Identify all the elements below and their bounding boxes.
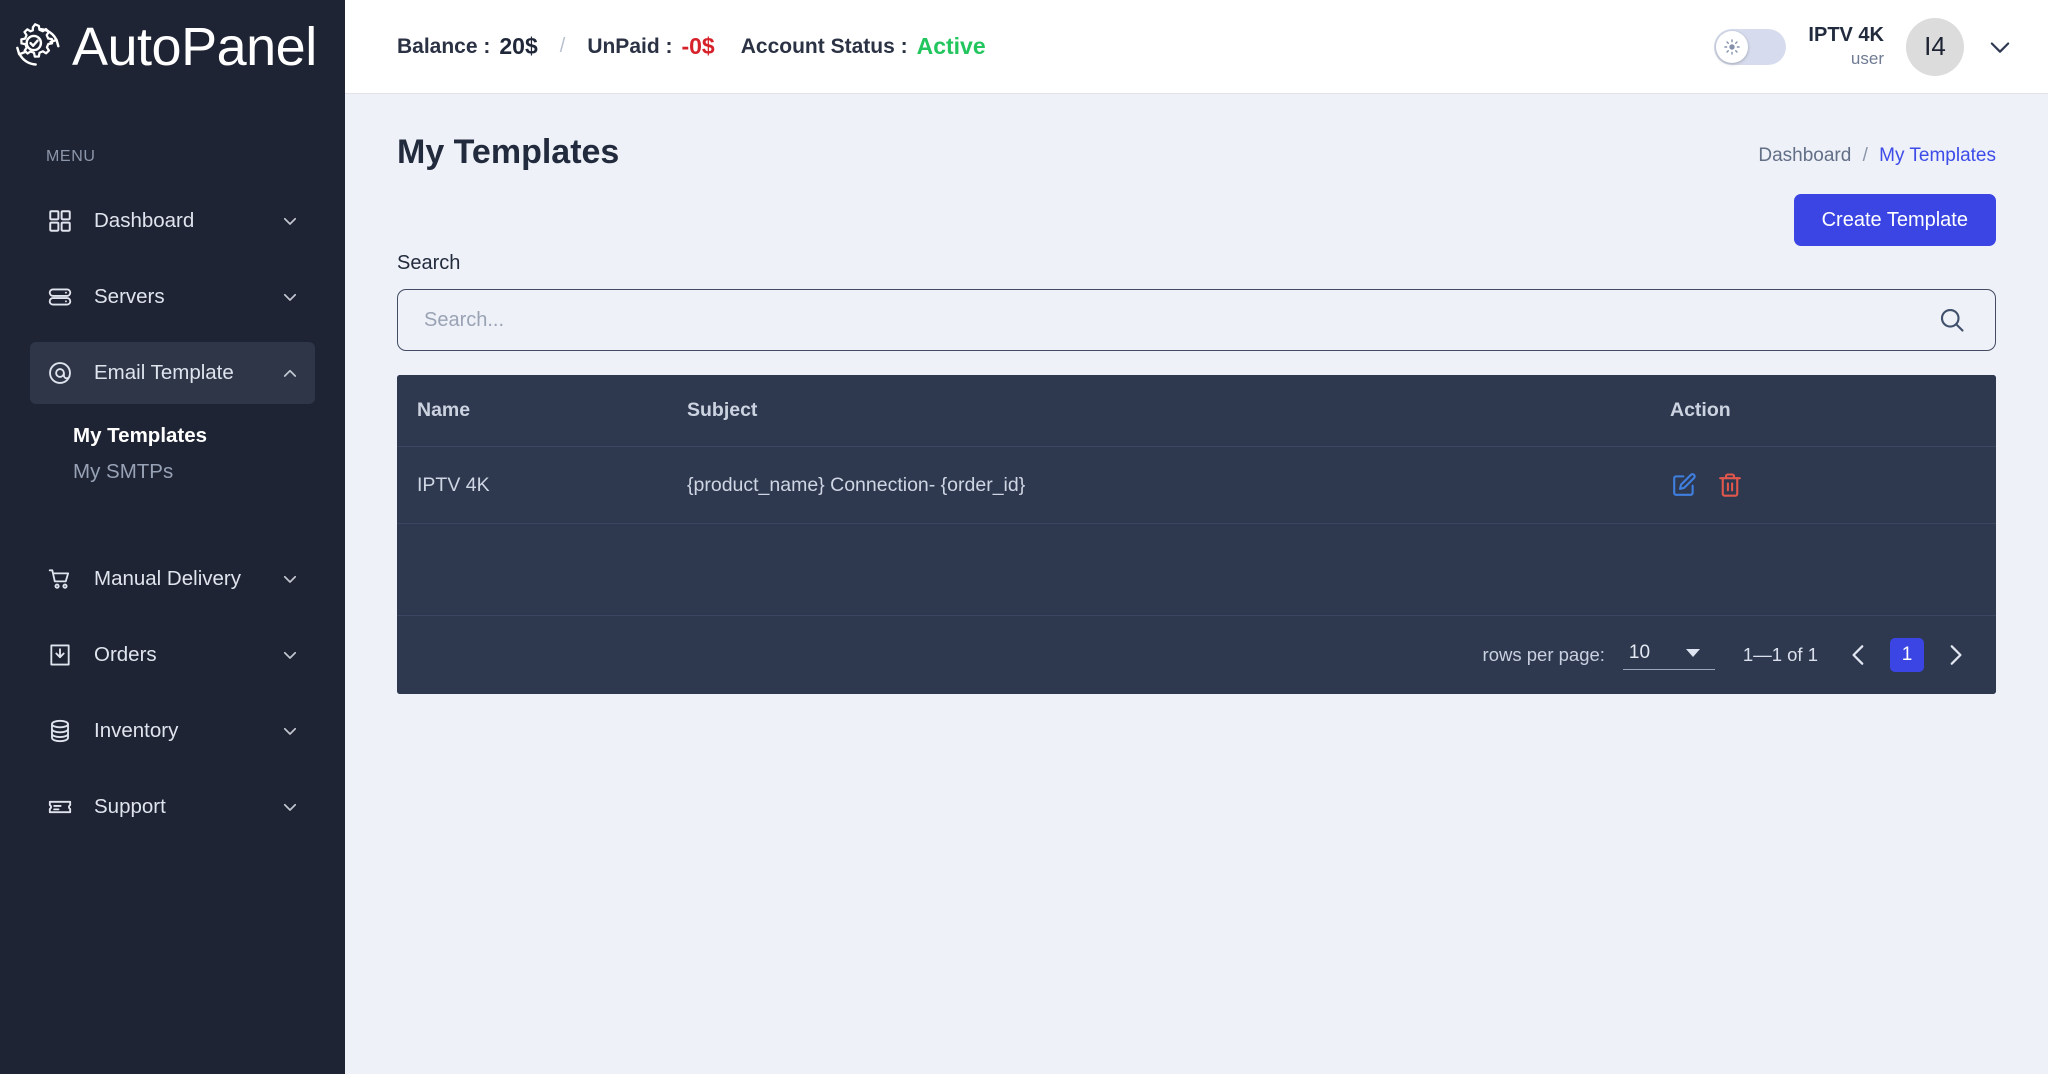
search-field[interactable]	[397, 289, 1996, 351]
breadcrumb: Dashboard / My Templates	[1758, 133, 1996, 167]
breadcrumb-separator: /	[1862, 145, 1868, 166]
actions-row: Create Template	[397, 194, 1996, 246]
sidebar-item-label: Servers	[94, 285, 165, 308]
rows-per-page-select[interactable]: 10	[1622, 640, 1715, 670]
balance-value: 20$	[499, 33, 538, 59]
sidebar-item-label: Inventory	[94, 719, 179, 742]
column-header-subject: Subject	[687, 375, 1666, 447]
stat-separator: /	[559, 35, 566, 57]
chevron-right-icon[interactable]	[1942, 642, 1968, 668]
unpaid-value: -0$	[681, 33, 715, 59]
breadcrumb-my-templates[interactable]: My Templates	[1879, 145, 1996, 166]
sidebar-item-label: Manual Delivery	[94, 567, 241, 590]
pagination-range: 1—1 of 1	[1742, 644, 1818, 665]
content: My Templates Dashboard / My Templates Cr…	[345, 93, 2048, 1074]
table-pagination: rows per page: 10 1—1 of 1 1	[397, 616, 1996, 694]
sidebar-item-support[interactable]: Support	[30, 776, 315, 838]
account-status-stat: Account Status : Active	[741, 33, 986, 60]
sidebar-item-label: Orders	[94, 643, 157, 666]
topbar: Balance : 20$ / UnPaid : -0$ Account Sta…	[345, 0, 2048, 93]
user-role: user	[1850, 49, 1884, 69]
search-input[interactable]	[424, 308, 1937, 332]
column-header-name: Name	[397, 375, 687, 447]
app-root: AutoPanel MENU Dashboard Servers Email T…	[0, 0, 2048, 1074]
server-icon	[46, 283, 74, 311]
at-sign-icon	[46, 359, 74, 387]
table-body: IPTV 4K {product_name} Connection- {orde…	[397, 446, 1996, 524]
chevron-left-icon[interactable]	[1846, 642, 1872, 668]
account-status-label: Account Status :	[740, 34, 908, 58]
rows-per-page-value: 10	[1628, 642, 1651, 663]
sidebar-subitem-my-smtps[interactable]: My SMTPs	[0, 454, 345, 490]
chevron-down-icon[interactable]	[281, 570, 299, 588]
search-label: Search	[397, 252, 461, 274]
balance-label: Balance :	[397, 34, 491, 58]
sidebar-item-label: Support	[94, 795, 166, 818]
topbar-right: IPTV 4K user I4	[1714, 17, 2014, 76]
unpaid-label: UnPaid :	[587, 34, 673, 58]
sidebar-item-manual-delivery[interactable]: Manual Delivery	[30, 548, 315, 610]
chevron-down-icon[interactable]	[281, 212, 299, 230]
ticket-icon	[46, 793, 74, 821]
chevron-down-icon[interactable]	[281, 722, 299, 740]
edit-pencil-icon[interactable]	[1670, 471, 1698, 499]
templates-table: Name Subject Action IPTV 4K {product_nam…	[397, 375, 1996, 524]
gear-check-refresh-icon	[10, 19, 66, 75]
brand-name: AutoPanel	[72, 16, 317, 77]
theme-toggle-knob	[1716, 30, 1749, 63]
sidebar-item-dashboard[interactable]: Dashboard	[30, 190, 315, 252]
sidebar-item-servers[interactable]: Servers	[30, 266, 315, 328]
brand[interactable]: AutoPanel	[0, 0, 345, 93]
chevron-down-icon[interactable]	[281, 288, 299, 306]
database-icon	[46, 717, 74, 745]
sidebar-section-label: MENU	[46, 148, 96, 165]
sun-icon	[1724, 38, 1741, 55]
chevron-up-icon[interactable]	[281, 364, 299, 382]
sidebar-item-inventory[interactable]: Inventory	[30, 700, 315, 762]
sidebar: AutoPanel MENU Dashboard Servers Email T…	[0, 0, 345, 1074]
rows-per-page-label: rows per page:	[1482, 644, 1605, 665]
page-title: My Templates	[397, 133, 620, 171]
trash-icon[interactable]	[1716, 471, 1744, 499]
cell-name: IPTV 4K	[397, 446, 687, 524]
templates-table-card: Name Subject Action IPTV 4K {product_nam…	[397, 375, 1996, 694]
chevron-down-icon[interactable]	[281, 798, 299, 816]
chevron-down-icon	[1686, 649, 1701, 657]
sidebar-item-orders[interactable]: Orders	[30, 624, 315, 686]
search-icon[interactable]	[1937, 305, 1967, 335]
chevron-down-icon[interactable]	[1986, 33, 2014, 61]
column-header-action: Action	[1666, 375, 1996, 447]
sidebar-item-label: Dashboard	[94, 209, 195, 232]
sidebar-submenu-email-template: My Templates My SMTPs	[0, 404, 345, 490]
shopping-cart-icon	[46, 565, 74, 593]
user-info[interactable]: IPTV 4K user	[1808, 23, 1884, 69]
chevron-down-icon[interactable]	[281, 646, 299, 664]
sidebar-item-email-template[interactable]: Email Template	[30, 342, 315, 404]
page-header: My Templates Dashboard / My Templates	[397, 133, 1996, 172]
table-head: Name Subject Action	[397, 375, 1996, 447]
balance-stat: Balance : 20$	[397, 33, 538, 60]
grid-icon	[46, 207, 74, 235]
table-header-row: Name Subject Action	[397, 375, 1996, 447]
main-area: Balance : 20$ / UnPaid : -0$ Account Sta…	[345, 0, 2048, 1074]
table-empty-space	[397, 524, 1996, 616]
cell-subject: {product_name} Connection- {order_id}	[687, 446, 1666, 524]
page-number-1[interactable]: 1	[1890, 638, 1924, 672]
theme-toggle[interactable]	[1714, 28, 1787, 65]
breadcrumb-dashboard[interactable]: Dashboard	[1758, 145, 1851, 166]
download-box-icon	[46, 641, 74, 669]
sidebar-nav: Dashboard Servers Email Template My Temp…	[0, 176, 345, 838]
avatar[interactable]: I4	[1906, 17, 1964, 76]
row-actions	[1670, 471, 1996, 499]
status-badge: Active	[916, 33, 986, 59]
table-row[interactable]: IPTV 4K {product_name} Connection- {orde…	[397, 446, 1996, 524]
sidebar-subitem-my-templates[interactable]: My Templates	[0, 418, 345, 454]
cell-actions	[1666, 446, 1996, 524]
user-name: IPTV 4K	[1808, 24, 1884, 47]
create-template-button[interactable]: Create Template	[1793, 194, 1996, 246]
sidebar-item-label: Email Template	[94, 361, 234, 384]
unpaid-stat: UnPaid : -0$	[587, 33, 714, 60]
